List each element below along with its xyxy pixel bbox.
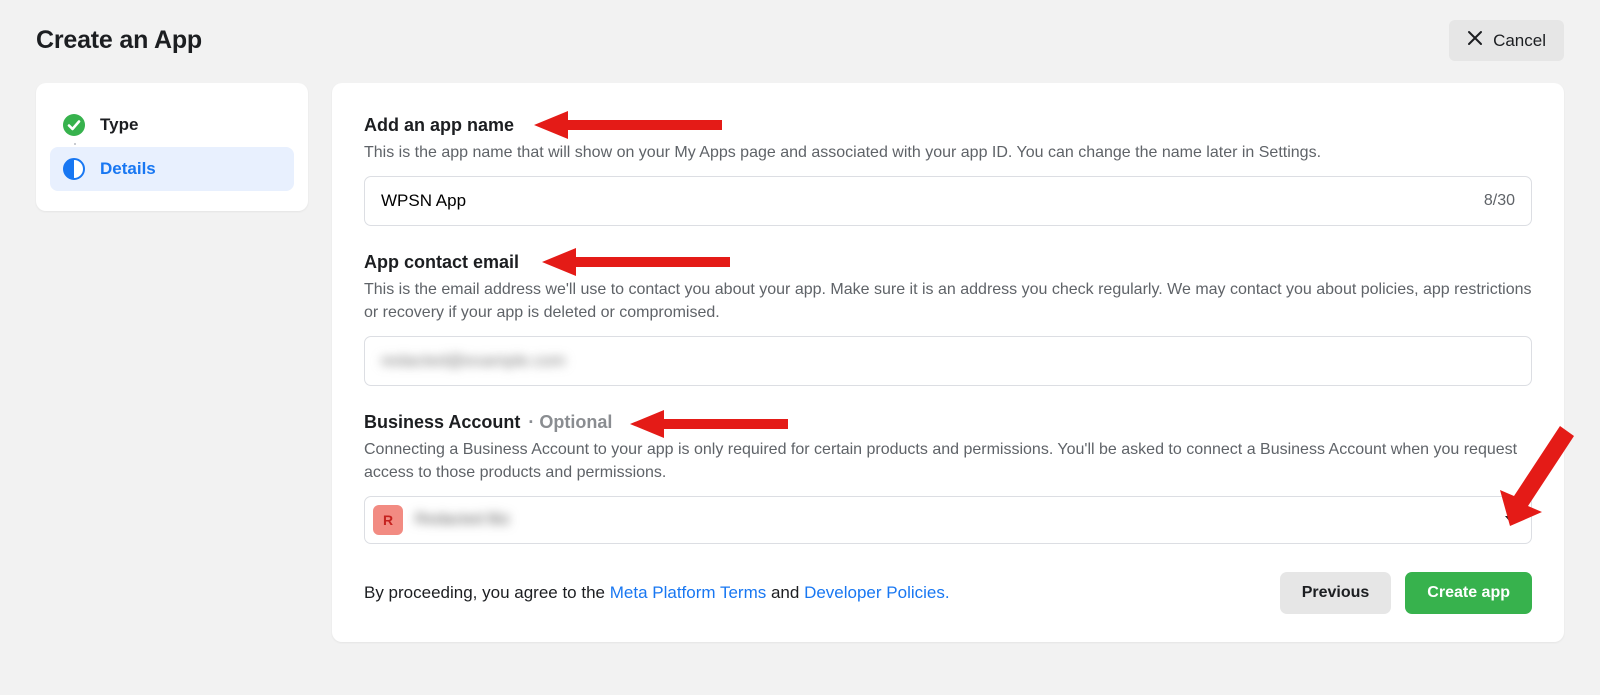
chevron-down-icon [1505,516,1517,523]
main-panel: Add an app name This is the app name tha… [332,83,1564,642]
section-contact-email: App contact email This is the email addr… [364,252,1532,386]
create-app-button[interactable]: Create app [1405,572,1532,614]
section-title-text: Business Account [364,412,520,433]
section-desc: This is the app name that will show on y… [364,142,1532,164]
footer-row: By proceeding, you agree to the Meta Pla… [364,572,1532,614]
agree-text: By proceeding, you agree to the Meta Pla… [364,583,950,603]
agree-mid: and [766,583,804,602]
section-desc: Connecting a Business Account to your ap… [364,439,1532,484]
step-details[interactable]: Details [50,147,294,191]
cancel-button[interactable]: Cancel [1449,20,1564,61]
optional-tag: · Optional [528,412,612,433]
char-count: 8/30 [1484,192,1515,210]
agree-prefix: By proceeding, you agree to the [364,583,610,602]
step-label: Type [100,115,138,135]
step-label: Details [100,159,156,179]
half-circle-icon [62,157,86,181]
close-icon [1467,30,1483,51]
business-account-select[interactable]: R Redacted Biz [364,496,1532,544]
step-type[interactable]: Type [50,103,294,147]
steps-sidebar: Type Details [36,83,308,211]
section-desc: This is the email address we'll use to c… [364,279,1532,324]
contact-email-input[interactable] [381,351,1515,371]
business-selected-label: Redacted Biz [415,511,1493,529]
business-avatar: R [373,505,403,535]
check-circle-icon [62,113,86,137]
app-name-field-wrapper: 8/30 [364,176,1532,226]
terms-link[interactable]: Meta Platform Terms [610,583,767,602]
contact-email-field-wrapper [364,336,1532,386]
section-app-name: Add an app name This is the app name tha… [364,115,1532,226]
section-title: Business Account · Optional [364,412,1532,433]
section-business-account: Business Account · Optional Connecting a… [364,412,1532,544]
previous-button[interactable]: Previous [1280,572,1392,614]
section-title: App contact email [364,252,1532,273]
policies-link[interactable]: Developer Policies. [804,583,950,602]
app-name-input[interactable] [381,191,1484,211]
section-title: Add an app name [364,115,1532,136]
page-title: Create an App [36,26,202,55]
cancel-label: Cancel [1493,31,1546,51]
